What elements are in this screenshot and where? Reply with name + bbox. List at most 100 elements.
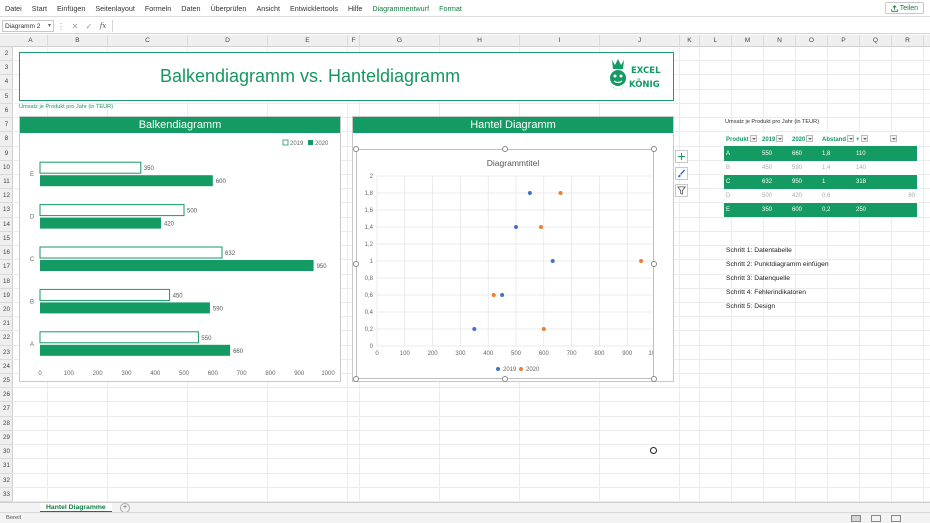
table-cell[interactable]: 660: [790, 147, 820, 161]
table-cell[interactable]: 140: [854, 161, 887, 175]
table-cell[interactable]: A: [724, 147, 760, 161]
menu-seitenlayout[interactable]: Seitenlayout: [90, 4, 140, 13]
column-header-e[interactable]: E: [268, 35, 348, 47]
table-cell[interactable]: 550: [760, 147, 790, 161]
table-cell[interactable]: 600: [790, 203, 820, 217]
page-layout-view-icon[interactable]: [871, 515, 881, 522]
table-cell[interactable]: 500: [760, 189, 790, 203]
filter-dropdown-icon[interactable]: [860, 134, 868, 142]
table-cell[interactable]: 950: [790, 175, 820, 189]
share-button[interactable]: Teilen: [884, 2, 924, 14]
resize-handle-br[interactable]: [651, 376, 657, 382]
table-cell[interactable]: 0,6: [820, 189, 854, 203]
table-cell[interactable]: [887, 161, 917, 175]
table-cell[interactable]: 110: [854, 147, 887, 161]
table-header-cell[interactable]: [887, 133, 917, 146]
table-cell[interactable]: 1: [820, 175, 854, 189]
formula-input[interactable]: [112, 20, 930, 32]
resize-handle-bl[interactable]: [353, 376, 359, 382]
resize-handle-bc[interactable]: [502, 376, 508, 382]
column-header-r[interactable]: R: [892, 35, 924, 47]
menu-ansicht[interactable]: Ansicht: [251, 4, 285, 13]
resize-handle-mr[interactable]: [651, 261, 657, 267]
insert-function-button[interactable]: fx: [96, 22, 110, 30]
resize-handle-ml[interactable]: [353, 261, 359, 267]
row-header-16[interactable]: 16: [0, 246, 13, 261]
row-header-2[interactable]: 2: [0, 47, 13, 62]
row-header-11[interactable]: 11: [0, 175, 13, 190]
table-cell[interactable]: 80: [887, 189, 917, 203]
table-cell[interactable]: E: [724, 203, 760, 217]
column-header-m[interactable]: M: [732, 35, 764, 47]
table-cell[interactable]: 0,2: [820, 203, 854, 217]
cancel-icon[interactable]: ✕: [68, 22, 82, 31]
table-cell[interactable]: [887, 147, 917, 161]
column-header-i[interactable]: I: [520, 35, 600, 47]
row-header-19[interactable]: 19: [0, 289, 13, 303]
table-cell[interactable]: B: [724, 161, 760, 175]
row-header-15[interactable]: 15: [0, 232, 13, 247]
table-header-cell[interactable]: +: [854, 133, 887, 146]
row-header-10[interactable]: 10: [0, 161, 13, 175]
menu-format[interactable]: Format: [434, 4, 467, 13]
column-header-c[interactable]: C: [108, 35, 188, 47]
row-header-31[interactable]: 31: [0, 459, 13, 474]
menu-hilfe[interactable]: Hilfe: [343, 4, 367, 13]
column-header-f[interactable]: F: [348, 35, 360, 47]
menu-entwicklertools[interactable]: Entwicklertools: [285, 4, 343, 13]
bar-chart-panel[interactable]: Balkendiagramm 2019 2020 E 350 600 D 500 420 C 63…: [19, 116, 341, 382]
chart-selection-frame[interactable]: Diagrammtitel 0 0,2 0,4 0,6 0,8 1 1,2 1,4 1,6 1,8 2…: [356, 149, 654, 379]
row-header-29[interactable]: 29: [0, 431, 13, 446]
column-header-d[interactable]: D: [188, 35, 268, 47]
table-cell[interactable]: [887, 175, 917, 189]
chart-filter-button[interactable]: [675, 184, 688, 197]
row-header-25[interactable]: 25: [0, 374, 13, 389]
scatter-chart[interactable]: Diagrammtitel 0 0,2 0,4 0,6 0,8 1 1,2 1,4 1,6 1,8 2…: [356, 149, 654, 379]
row-header-3[interactable]: 3: [0, 61, 13, 76]
column-header-h[interactable]: H: [440, 35, 520, 47]
table-cell[interactable]: 632: [760, 175, 790, 189]
filter-dropdown-icon[interactable]: [749, 134, 757, 142]
column-header-g[interactable]: G: [360, 35, 440, 47]
row-header-33[interactable]: 33: [0, 488, 13, 502]
table-cell[interactable]: 590: [790, 161, 820, 175]
menu-diagrammentwurf[interactable]: Diagrammentwurf: [367, 4, 434, 13]
column-header-a[interactable]: A: [14, 35, 48, 47]
table-cell[interactable]: 318: [854, 175, 887, 189]
column-header-b[interactable]: B: [48, 35, 108, 47]
table-header-cell[interactable]: Produkt: [724, 133, 760, 146]
column-header-n[interactable]: N: [764, 35, 796, 47]
row-header-14[interactable]: 14: [0, 218, 13, 232]
normal-view-icon[interactable]: [851, 515, 861, 522]
table-header-cell[interactable]: 2019: [760, 133, 790, 146]
row-header-5[interactable]: 5: [0, 90, 13, 104]
row-header-17[interactable]: 17: [0, 260, 13, 275]
row-header-20[interactable]: 20: [0, 303, 13, 318]
menu-ueberpruefen[interactable]: Überprüfen: [205, 4, 251, 13]
column-header-j[interactable]: J: [600, 35, 680, 47]
menu-formeln[interactable]: Formeln: [140, 4, 176, 13]
table-cell[interactable]: C: [724, 175, 760, 189]
row-header-30[interactable]: 30: [0, 445, 13, 460]
table-cell[interactable]: 250: [854, 203, 887, 217]
filter-dropdown-icon[interactable]: [890, 134, 897, 142]
name-box[interactable]: Diagramm 2 ▾: [2, 20, 54, 32]
menu-start[interactable]: Start: [27, 4, 52, 13]
row-header-32[interactable]: 32: [0, 474, 13, 488]
table-header-cell[interactable]: Abstand: [820, 133, 854, 146]
table-cell[interactable]: 1,4: [820, 161, 854, 175]
row-header-8[interactable]: 8: [0, 132, 13, 147]
column-header-o[interactable]: O: [796, 35, 828, 47]
chart-elements-button[interactable]: [675, 150, 688, 163]
resize-handle-tl[interactable]: [353, 146, 359, 152]
row-header-9[interactable]: 9: [0, 147, 13, 161]
table-cell[interactable]: 1,8: [820, 147, 854, 161]
chart-styles-button[interactable]: [675, 167, 688, 180]
row-header-22[interactable]: 22: [0, 331, 13, 346]
row-header-4[interactable]: 4: [0, 75, 13, 90]
table-header-cell[interactable]: 2020: [790, 133, 820, 146]
table-cell[interactable]: 420: [790, 189, 820, 203]
column-header-q[interactable]: Q: [860, 35, 892, 47]
row-header-28[interactable]: 28: [0, 417, 13, 431]
row-header-23[interactable]: 23: [0, 346, 13, 360]
